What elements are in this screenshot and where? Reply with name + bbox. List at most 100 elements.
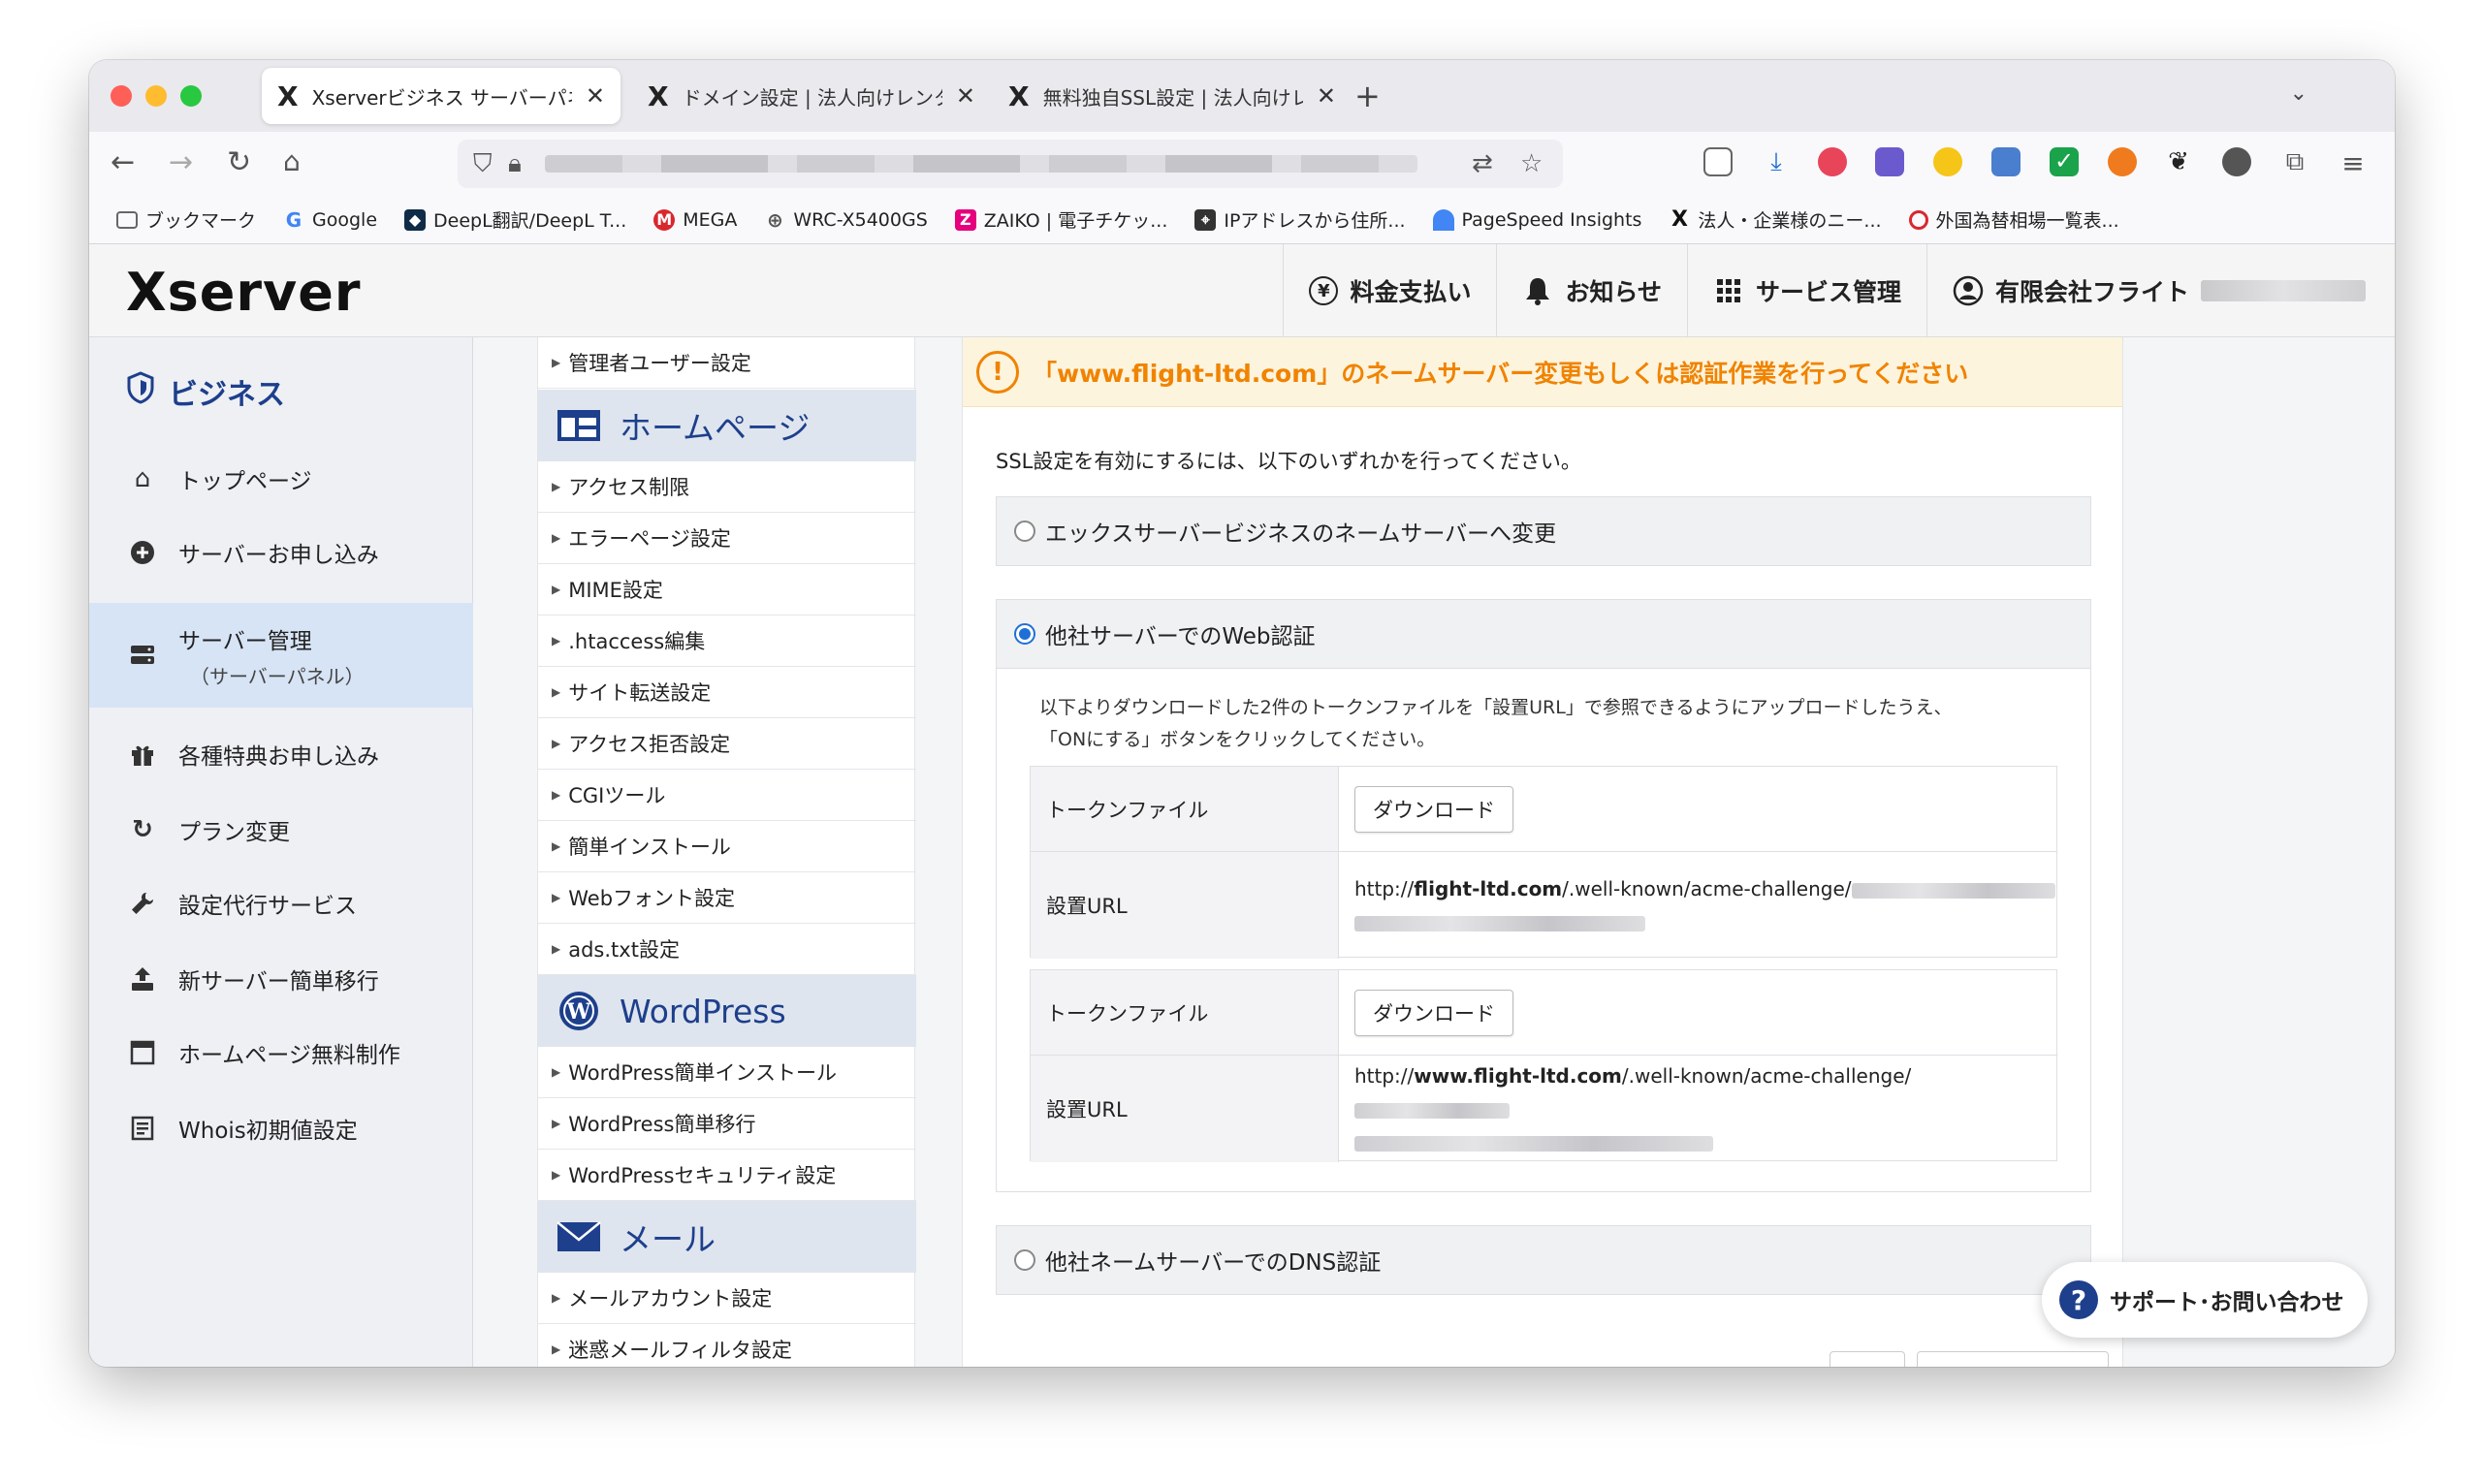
option-nameserver-change[interactable]: エックスサーバービジネスのネームサーバーへ変更: [996, 496, 2091, 566]
bookmark-item[interactable]: ⌖ IPアドレスから住所...: [1194, 206, 1406, 233]
web-auth-panel: 以下よりダウンロードした2件のトークンファイルを「設置URL」で参照できるように…: [996, 669, 2091, 1192]
menu-item-admin-user[interactable]: ▶ 管理者ユーザー設定: [538, 337, 916, 389]
window-controls: [111, 85, 202, 107]
extension-yellow-icon[interactable]: [1933, 147, 1962, 176]
minimize-window-button[interactable]: [145, 85, 167, 107]
menu-item[interactable]: ▶ MIME設定: [538, 564, 916, 616]
menu-item[interactable]: ▶ アクセス制限: [538, 461, 916, 513]
turn-on-button[interactable]: [1917, 1351, 2109, 1367]
extension-pie-icon[interactable]: [2222, 147, 2251, 176]
sidebar-item-free-homepage[interactable]: ホームページ無料制作: [89, 1024, 473, 1082]
menu-item[interactable]: ▶ サイト転送設定: [538, 667, 916, 718]
sidebar-item-server-management[interactable]: サーバー管理 （サーバーパネル）: [89, 603, 473, 708]
extensions-puzzle-icon[interactable]: ⧉: [2280, 147, 2309, 176]
radio-web-auth[interactable]: [1014, 623, 1035, 645]
close-tab-icon[interactable]: ✕: [1317, 82, 1336, 110]
bookmark-item[interactable]: ⊕ WRC-X5400GS: [764, 207, 928, 232]
tab-list-chevron-icon[interactable]: ⌄: [2290, 81, 2307, 106]
extension-check-icon[interactable]: ✓: [2050, 147, 2079, 176]
warning-banner: ! 「www.flight-ltd.com」のネームサーバー変更もしくは認証作業…: [963, 337, 2122, 407]
sidebar-item-plan-change[interactable]: ↻ プラン変更: [89, 801, 473, 859]
tab-xserver-panel[interactable]: X Xserverビジネス サーバーパネル ✕: [262, 68, 620, 124]
document-icon: [128, 1114, 157, 1143]
sidebar-item-setup-service[interactable]: 設定代行サービス: [89, 874, 473, 932]
menu-item[interactable]: ▶ 迷惑メールフィルタ設定: [538, 1324, 916, 1367]
download-token-button[interactable]: ダウンロード: [1354, 989, 1513, 1036]
notifications-button[interactable]: お知らせ: [1496, 244, 1687, 337]
extension-hl-icon[interactable]: [1875, 147, 1904, 176]
menu-item[interactable]: ▶ アクセス拒否設定: [538, 718, 916, 770]
menu-item[interactable]: ▶ Webフォント設定: [538, 872, 916, 924]
blurred-token: [1354, 915, 1645, 931]
reload-icon[interactable]: ↻: [227, 145, 251, 179]
sidebar-item-server-migration[interactable]: 新サーバー簡単移行: [89, 950, 473, 1008]
menu-item[interactable]: ▶ WordPress簡単移行: [538, 1098, 916, 1150]
menu-item[interactable]: ▶ 簡単インストール: [538, 821, 916, 872]
download-icon[interactable]: ⤓: [1762, 147, 1791, 176]
tab-domain-settings[interactable]: X ドメイン設定 | 法人向けレンタル ✕: [632, 68, 991, 124]
lock-icon[interactable]: 🔒︎: [508, 149, 522, 179]
folder-icon: [116, 210, 138, 229]
back-arrow-icon[interactable]: ←: [111, 145, 135, 179]
bookmark-item[interactable]: Z ZAIKO | 電子チケッ...: [954, 206, 1167, 233]
bookmark-item[interactable]: ◆ DeepL翻訳/DeepL T...: [404, 206, 626, 233]
globe-icon: ⊕: [767, 207, 783, 232]
bookmark-item[interactable]: G Google: [283, 208, 377, 232]
install-url: http://flight-ltd.com/.well-known/acme-c…: [1354, 872, 2055, 938]
bookmark-item[interactable]: M MEGA: [653, 208, 737, 231]
bookmark-star-icon[interactable]: ☆: [1520, 149, 1543, 178]
menu-hamburger-icon[interactable]: ≡: [2339, 147, 2368, 179]
menu-section-homepage: ホームページ: [538, 390, 916, 461]
sidebar-item-top-page[interactable]: ⌂ トップページ: [89, 450, 473, 508]
extension-orange-icon[interactable]: [2108, 147, 2137, 176]
support-contact-button[interactable]: ? サポート･お問い合わせ: [2042, 1262, 2368, 1338]
pocket-icon[interactable]: [1703, 147, 1733, 176]
xserver-icon: X: [1671, 207, 1688, 232]
home-icon[interactable]: ⌂: [283, 145, 301, 177]
bookmark-item[interactable]: ブックマーク: [116, 206, 256, 233]
extension-translate-icon[interactable]: [1991, 147, 2021, 176]
option-web-auth[interactable]: 他社サーバーでのWeb認証: [996, 599, 2091, 669]
xserver-favicon-icon: X: [1008, 79, 1030, 112]
option-dns-auth[interactable]: 他社ネームサーバーでのDNS認証: [996, 1225, 2091, 1295]
menu-item[interactable]: ▶ WordPress簡単インストール: [538, 1047, 916, 1098]
close-tab-icon[interactable]: ✕: [956, 82, 975, 110]
bookmark-item[interactable]: PageSpeed Insights: [1432, 208, 1641, 231]
menu-item[interactable]: ▶ エラーページ設定: [538, 513, 916, 564]
radio-dns-auth[interactable]: [1014, 1249, 1035, 1271]
billing-button[interactable]: ¥ 料金支払い: [1283, 244, 1496, 337]
shield-icon[interactable]: ⛉: [473, 149, 493, 179]
tab-ssl-settings[interactable]: X 無料独自SSL設定 | 法人向けレン ✕: [993, 68, 1352, 124]
xserver-logo[interactable]: Xserver: [126, 262, 362, 323]
menu-item[interactable]: ▶ WordPressセキュリティ設定: [538, 1150, 916, 1201]
sidebar-item-whois[interactable]: Whois初期値設定: [89, 1099, 473, 1157]
sidebar-item-benefits[interactable]: 各種特典お申し込み: [89, 725, 473, 783]
bookmarks-bar: ブックマーク G Google ◆ DeepL翻訳/DeepL T... M MEGA…: [89, 196, 2395, 244]
address-bar[interactable]: ⛉ 🔒︎ ⇄ ☆: [458, 140, 1563, 188]
radio-nameserver-change[interactable]: [1014, 521, 1035, 542]
menu-item[interactable]: ▶ CGIツール: [538, 770, 916, 821]
install-url: http://www.flight-ltd.com/.well-known/ac…: [1354, 1059, 2056, 1158]
menu-item[interactable]: ▶ ads.txt設定: [538, 924, 916, 975]
extension-red-icon[interactable]: [1818, 147, 1847, 176]
forward-arrow-icon[interactable]: →: [169, 145, 193, 179]
exclamation-icon: !: [976, 350, 1019, 394]
service-management-button[interactable]: サービス管理: [1686, 244, 1926, 337]
download-token-button[interactable]: ダウンロード: [1354, 785, 1513, 833]
yen-icon: ¥: [1309, 276, 1339, 305]
new-tab-button[interactable]: +: [1354, 78, 1381, 114]
menu-item[interactable]: ▶ .htaccess編集: [538, 616, 916, 667]
cancel-button[interactable]: [1830, 1351, 1905, 1367]
bookmark-item[interactable]: 外国為替相場一覧表...: [1908, 206, 2119, 233]
close-tab-icon[interactable]: ✕: [586, 82, 605, 110]
extension-paw-icon[interactable]: ❦: [2164, 147, 2193, 176]
sidebar-item-server-application[interactable]: サーバーお申し込み: [89, 523, 473, 582]
translate-icon[interactable]: ⇄: [1472, 149, 1493, 178]
zoom-window-button[interactable]: [180, 85, 202, 107]
close-window-button[interactable]: [111, 85, 132, 107]
deepl-icon: ◆: [404, 208, 427, 231]
account-button[interactable]: 有限会社フライト: [1925, 244, 2395, 337]
bookmark-item[interactable]: X 法人・企業様のニー...: [1669, 206, 1882, 233]
svg-text:W: W: [566, 999, 591, 1025]
menu-item[interactable]: ▶ メールアカウント設定: [538, 1273, 916, 1324]
